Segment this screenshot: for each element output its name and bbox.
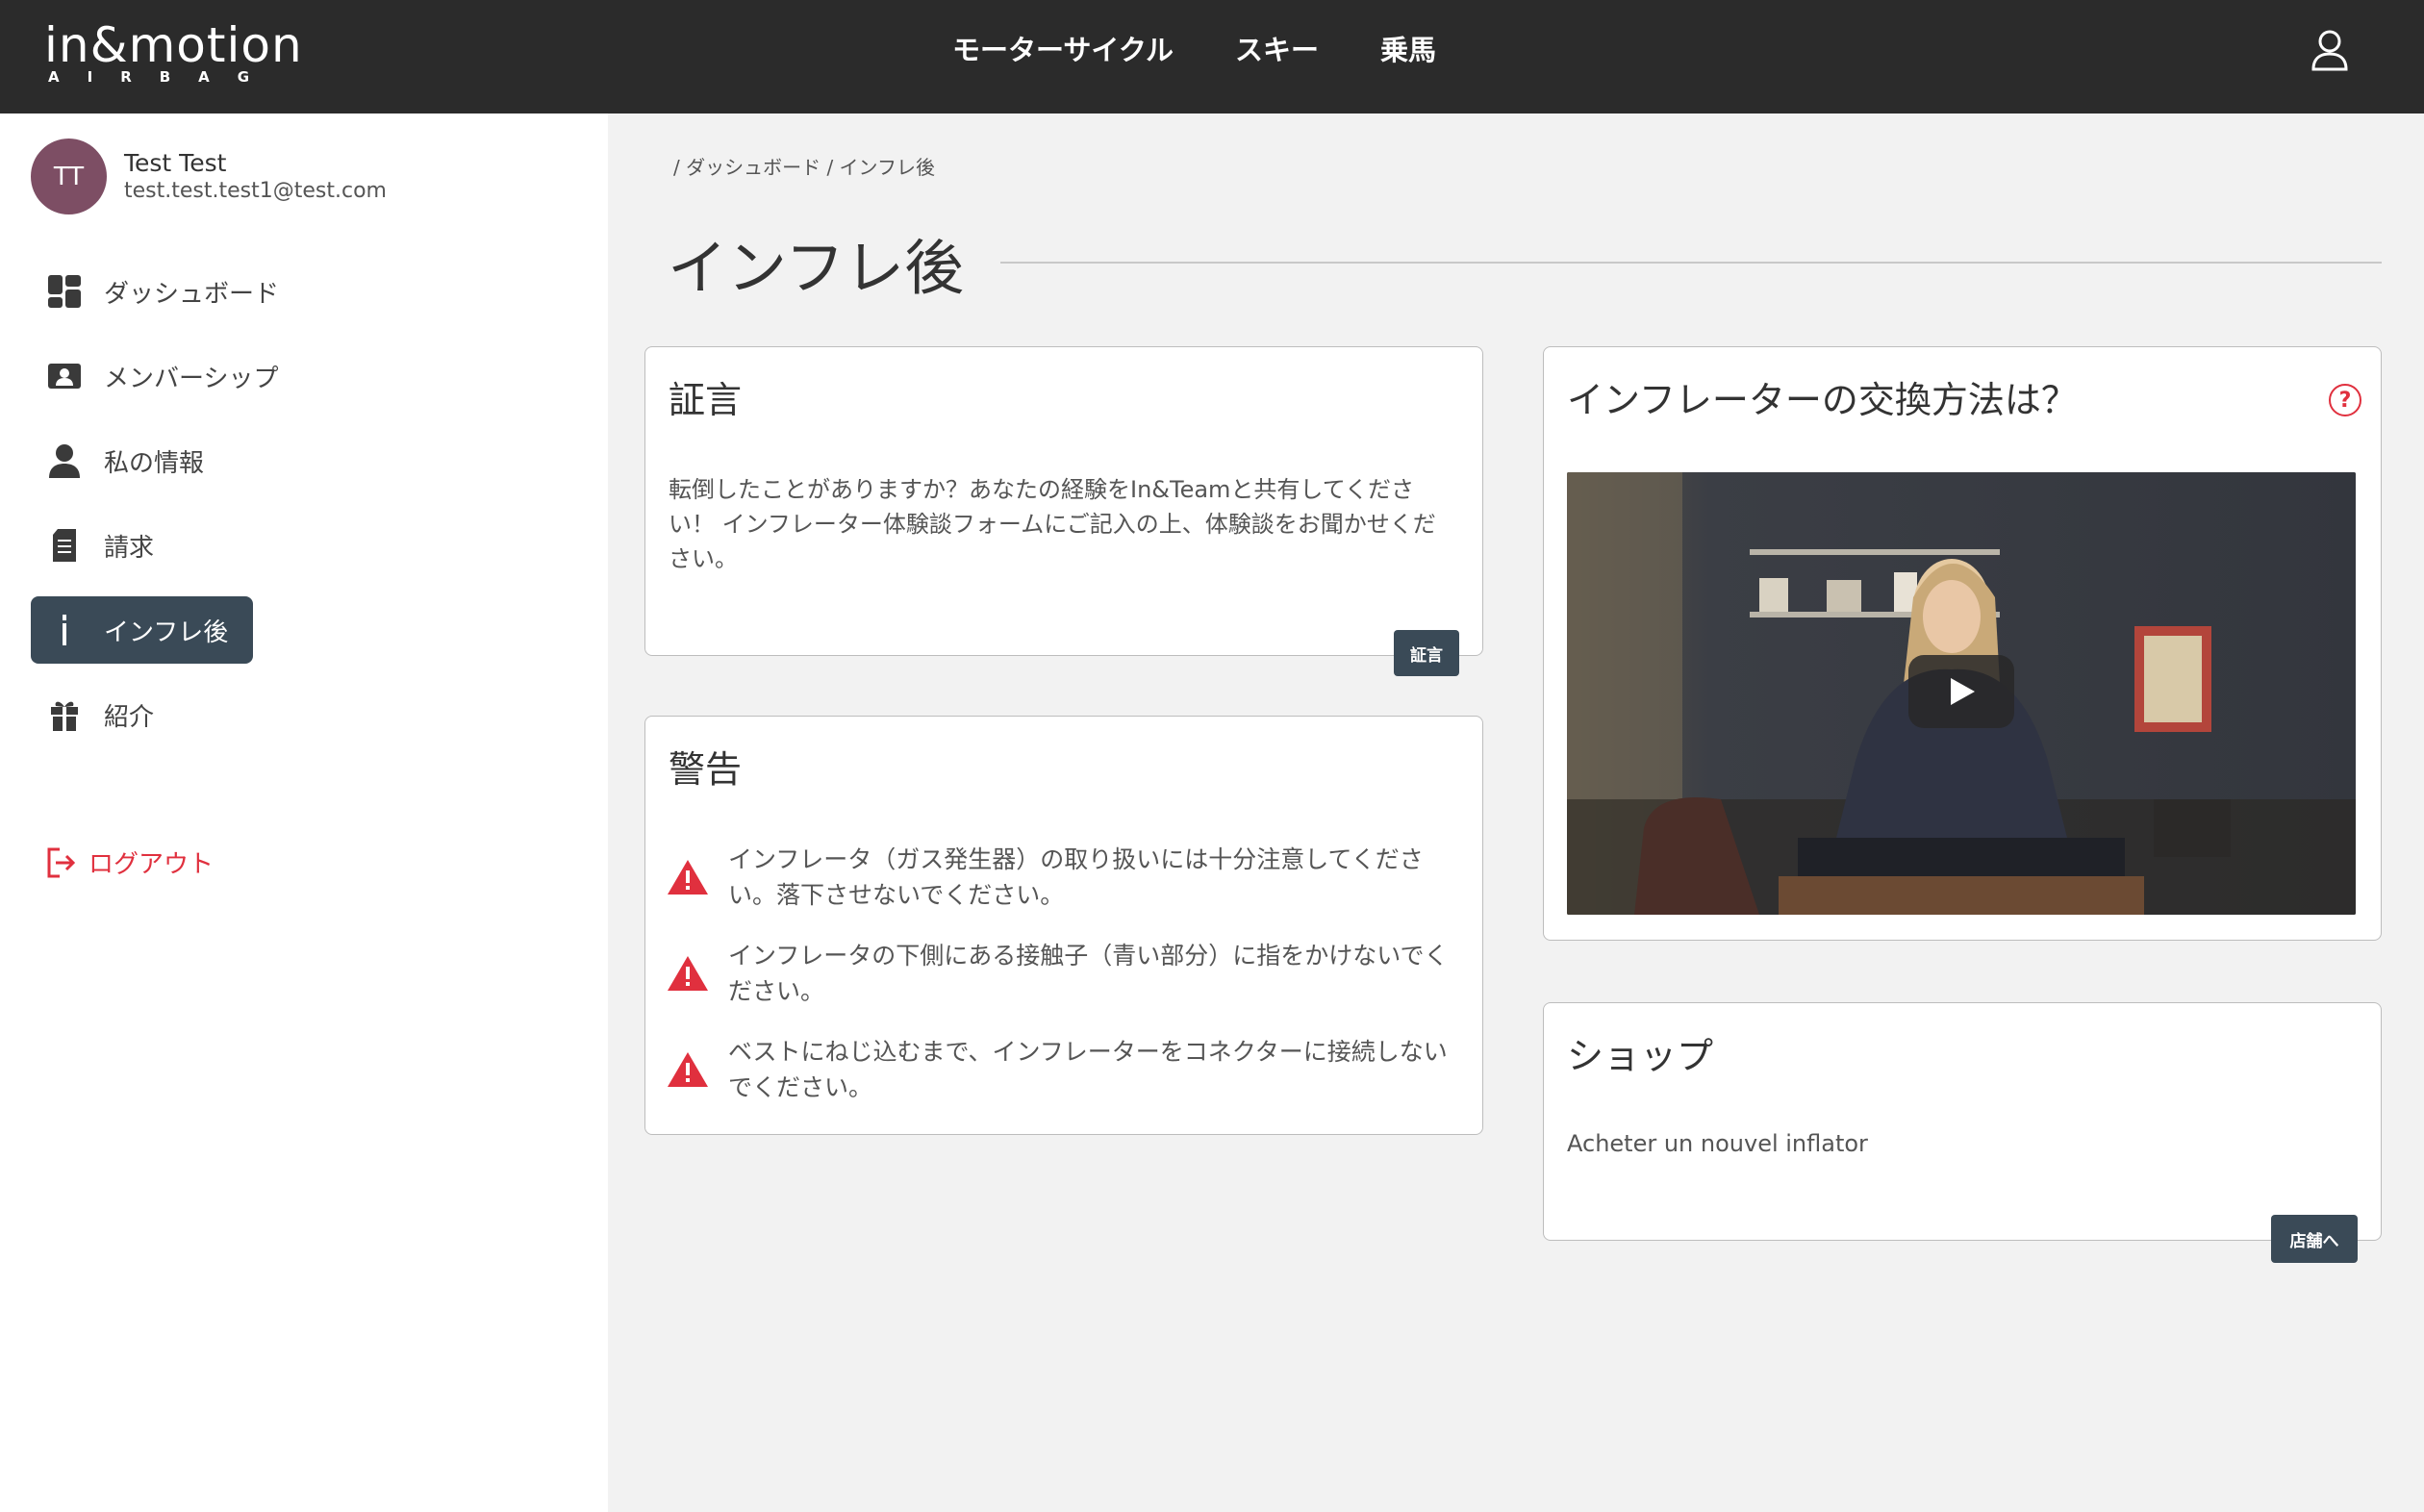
play-button[interactable] — [1908, 655, 2014, 728]
logo-wordmark: in&motion — [44, 17, 303, 73]
shop-text: Acheter un nouvel inflator — [1567, 1130, 1868, 1157]
shop-card: ショップ Acheter un nouvel inflator 店舗へ — [1543, 1002, 2382, 1263]
sidebar-item-membership[interactable]: メンバーシップ — [31, 342, 303, 410]
user-profile: TT Test Test test.test.test1@test.com — [31, 139, 387, 214]
warning-item: ベストにねじ込むまで、インフレーターをコネクターに接続しないでください。 — [667, 1034, 1455, 1105]
video-player[interactable] — [1567, 472, 2356, 915]
logout-link[interactable]: ログアウト — [46, 844, 214, 880]
user-name: Test Test — [124, 148, 227, 177]
sidebar-item-label: インフレ後 — [104, 617, 229, 647]
warning-triangle-icon — [668, 860, 708, 895]
warning-triangle-icon — [668, 1052, 708, 1087]
breadcrumb: / ダッシュボード / インフレ後 — [673, 156, 935, 179]
top-bar: in&motion AIRBAG モーターサイクル スキー 乗馬 — [0, 0, 2424, 113]
account-icon[interactable] — [2310, 29, 2349, 71]
nav-ski[interactable]: スキー — [1235, 28, 1319, 68]
logout-icon — [46, 846, 76, 879]
video-card-title: インフレーターの交換方法は？ — [1567, 379, 2078, 421]
sidebar-item-label: 私の情報 — [104, 448, 205, 478]
sidebar-nav: ダッシュボード メンバーシップ 私の情報 請求 インフレ後 紹介 — [31, 258, 589, 766]
sidebar-item-referral[interactable]: 紹介 — [31, 681, 179, 748]
sidebar: TT Test Test test.test.test1@test.com ダッ… — [0, 113, 608, 1512]
logo-subtitle: AIRBAG — [48, 68, 278, 86]
logout-label: ログアウト — [88, 850, 215, 879]
video-card: インフレーターの交換方法は？ ? — [1543, 346, 2382, 941]
person-icon — [46, 442, 83, 479]
nav-equestrian[interactable]: 乗馬 — [1380, 28, 1436, 68]
sidebar-item-label: ダッシュボード — [104, 279, 280, 309]
document-icon — [46, 527, 83, 564]
help-icon[interactable]: ? — [2329, 384, 2361, 416]
brand-logo[interactable]: in&motion AIRBAG — [44, 17, 303, 85]
sidebar-item-label: メンバーシップ — [104, 364, 279, 393]
warning-title: 警告 — [669, 748, 743, 791]
sidebar-item-label: 請求 — [104, 533, 155, 563]
warning-item: インフレータの下側にある接触子（青い部分）に指をかけないでください。 — [667, 938, 1455, 1009]
sidebar-item-dashboard[interactable]: ダッシュボード — [31, 258, 304, 325]
shop-button[interactable]: 店舗へ — [2271, 1215, 2358, 1263]
testimony-card: 証言 転倒したことがありますか？あなたの経験をIn&Teamと共有してください！… — [644, 346, 1483, 676]
sidebar-item-my-info[interactable]: 私の情報 — [31, 427, 229, 494]
testimony-button[interactable]: 証言 — [1394, 630, 1459, 676]
sidebar-item-inflator[interactable]: インフレ後 — [31, 596, 254, 664]
shop-title: ショップ — [1567, 1035, 1714, 1077]
page-title: インフレ後 — [668, 233, 965, 303]
gift-icon — [46, 696, 83, 733]
warning-item: インフレータ（ガス発生器）の取り扱いには十分注意してください。落下させないでくだ… — [667, 842, 1455, 913]
user-email: test.test.test1@test.com — [124, 178, 387, 203]
avatar: TT — [31, 139, 107, 214]
warning-card: 警告 インフレータ（ガス発生器）の取り扱いには十分注意してください。落下させない… — [644, 716, 1483, 1135]
testimony-text: 転倒したことがありますか？あなたの経験をIn&Teamと共有してください！ イン… — [669, 476, 1436, 572]
inflator-icon — [46, 612, 83, 648]
sidebar-item-label: 紹介 — [104, 702, 155, 732]
sidebar-item-billing[interactable]: 請求 — [31, 512, 179, 579]
dashboard-icon — [46, 273, 83, 310]
testimony-title: 証言 — [669, 379, 743, 421]
nav-motorcycle[interactable]: モーターサイクル — [952, 28, 1174, 68]
membership-card-icon — [46, 358, 83, 394]
title-divider — [1000, 262, 2382, 264]
top-navigation: モーターサイクル スキー 乗馬 — [952, 0, 1436, 96]
play-icon — [1951, 678, 1975, 705]
warning-triangle-icon — [668, 956, 708, 991]
